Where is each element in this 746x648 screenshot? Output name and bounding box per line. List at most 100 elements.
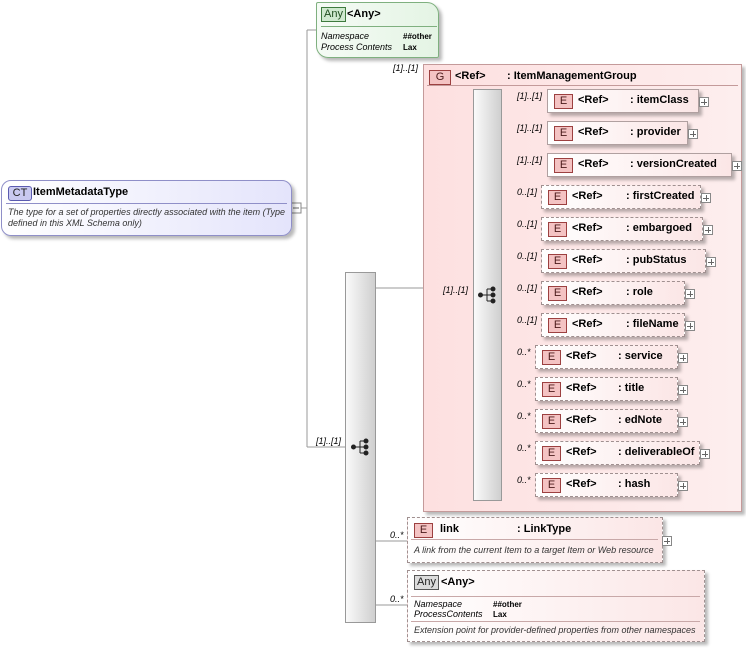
element-expand-icon[interactable] [703, 225, 713, 235]
element-badge: E [542, 446, 561, 461]
group-name: : ItemManagementGroup [507, 70, 637, 82]
element-ref: <Ref> [572, 318, 603, 330]
element-badge: E [548, 190, 567, 205]
element-ref: <Ref> [572, 190, 603, 202]
element-expand-icon[interactable] [706, 257, 716, 267]
element-badge: E [554, 126, 573, 141]
element-multiplicity: 0..* [517, 411, 531, 421]
element-multiplicity: 0..[1] [517, 283, 538, 293]
element-name: : title [618, 382, 645, 394]
group-element-row[interactable]: E <Ref> : edNote [535, 409, 678, 433]
namespace-value: ##other [403, 32, 432, 41]
element-badge: E [554, 94, 573, 109]
bottom-any-multiplicity: 0..* [390, 594, 404, 604]
group-ref: <Ref> [455, 70, 486, 82]
group-element-row[interactable]: E <Ref> : deliverableOf [535, 441, 700, 465]
link-type: : LinkType [517, 523, 572, 535]
element-ref: <Ref> [572, 286, 603, 298]
element-ref: <Ref> [572, 222, 603, 234]
group-element-row[interactable]: E <Ref>: provider [547, 121, 688, 145]
group-sequence-icon [478, 286, 496, 304]
link-expand-icon[interactable] [662, 536, 672, 546]
group-element-row[interactable]: E <Ref> : title [535, 377, 678, 401]
complex-type-name: ItemMetadataType [33, 186, 129, 198]
group-element-row[interactable]: E <Ref> : itemClass [547, 89, 699, 113]
element-multiplicity: 0..[1] [517, 219, 538, 229]
top-any-node[interactable]: Any <Any> Namespace ##other Process Cont… [316, 2, 439, 58]
group-element-row[interactable]: E <Ref>: hash [535, 473, 678, 497]
element-badge: E [554, 158, 573, 173]
group-element-row[interactable]: E <Ref>: role [541, 281, 685, 305]
element-ref: <Ref> [566, 350, 597, 362]
element-badge: E [542, 478, 561, 493]
link-multiplicity: 0..* [390, 530, 404, 540]
group-element-row[interactable]: E <Ref> : versionCreated [547, 153, 732, 177]
element-badge: E [548, 318, 567, 333]
element-expand-icon[interactable] [678, 385, 688, 395]
element-expand-icon[interactable] [685, 321, 695, 331]
group-element-row[interactable]: E <Ref>: service [535, 345, 678, 369]
group-element-row[interactable]: E <Ref> : firstCreated [541, 185, 701, 209]
element-badge: E [542, 414, 561, 429]
process-contents-value: Lax [403, 43, 417, 52]
element-expand-icon[interactable] [701, 193, 711, 203]
element-name: : service [618, 350, 663, 362]
element-name: : itemClass [630, 94, 689, 106]
link-description: A link from the current Item to a target… [414, 545, 654, 555]
element-name: : hash [618, 478, 651, 490]
element-name: : role [626, 286, 653, 298]
complex-type-node[interactable]: CT ItemMetadataType The type for a set o… [1, 180, 292, 236]
group-element-row[interactable]: E <Ref> : pubStatus [541, 249, 706, 273]
link-name: link [440, 523, 459, 535]
element-multiplicity: [1]..[1] [517, 91, 543, 101]
bottom-any-description: Extension point for provider-defined pro… [414, 625, 696, 635]
bottom-any-node[interactable]: Any <Any> Namespace ##other ProcessConte… [407, 570, 705, 642]
element-expand-icon[interactable] [700, 449, 710, 459]
element-badge: E [542, 382, 561, 397]
bottom-any-title: <Any> [441, 576, 475, 588]
element-ref: <Ref> [578, 126, 609, 138]
element-expand-icon[interactable] [699, 97, 709, 107]
bottom-namespace-label: Namespace [414, 599, 463, 609]
process-contents-label: Process Contents [321, 42, 393, 52]
element-multiplicity: 0..[1] [517, 251, 538, 261]
link-badge: E [414, 523, 433, 538]
any-badge: Any [321, 7, 346, 22]
group-element-row[interactable]: E <Ref>: fileName [541, 313, 685, 337]
element-name: : deliverableOf [618, 446, 695, 458]
bottom-process-contents-value: Lax [493, 610, 507, 619]
element-name: : versionCreated [630, 158, 717, 170]
element-expand-icon[interactable] [685, 289, 695, 299]
element-name: : embargoed [626, 222, 693, 234]
element-name: : firstCreated [626, 190, 695, 202]
element-ref: <Ref> [566, 414, 597, 426]
element-multiplicity: [1]..[1] [517, 155, 543, 165]
element-multiplicity: 0..* [517, 443, 531, 453]
element-expand-icon[interactable] [678, 417, 688, 427]
element-multiplicity: 0..* [517, 475, 531, 485]
element-expand-icon[interactable] [688, 129, 698, 139]
ct-badge: CT [8, 186, 32, 201]
element-ref: <Ref> [566, 382, 597, 394]
bottom-namespace-value: ##other [493, 600, 522, 609]
complex-type-description: The type for a set of properties directl… [8, 207, 285, 228]
element-name: : pubStatus [626, 254, 687, 266]
main-sequence-icon [351, 438, 369, 456]
element-ref: <Ref> [566, 446, 597, 458]
element-ref: <Ref> [572, 254, 603, 266]
element-ref: <Ref> [578, 158, 609, 170]
element-multiplicity: 0..* [517, 347, 531, 357]
group-sequence-multiplicity: [1]..[1] [443, 285, 469, 295]
element-expand-icon[interactable] [678, 481, 688, 491]
element-multiplicity: 0..[1] [517, 187, 538, 197]
any-title: <Any> [347, 8, 381, 20]
element-ref: <Ref> [578, 94, 609, 106]
group-badge: G [429, 70, 451, 85]
element-badge: E [548, 254, 567, 269]
element-name: : edNote [618, 414, 662, 426]
element-expand-icon[interactable] [678, 353, 688, 363]
group-element-row[interactable]: E <Ref>: embargoed [541, 217, 703, 241]
element-expand-icon[interactable] [732, 161, 742, 171]
element-multiplicity: 0..* [517, 379, 531, 389]
link-element-node[interactable]: E link : LinkType A link from the curren… [407, 517, 663, 563]
